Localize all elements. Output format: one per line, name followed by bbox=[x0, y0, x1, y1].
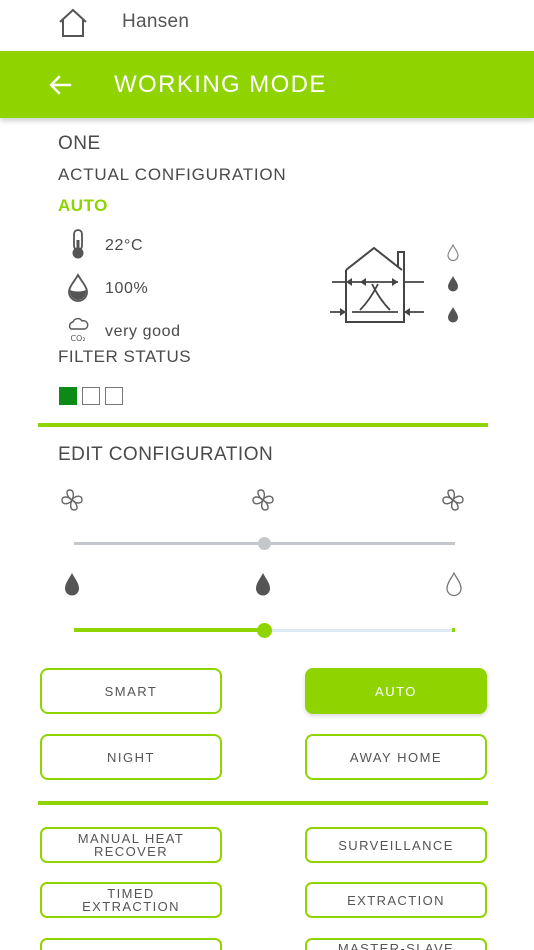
manual-heat-recover-button[interactable]: MANUAL HEAT RECOVER bbox=[40, 827, 222, 863]
filter-level-box bbox=[105, 387, 123, 405]
filter-level-box bbox=[82, 387, 100, 405]
actual-configuration-label: ACTUAL CONFIGURATION bbox=[58, 165, 287, 184]
timed-extraction-button[interactable]: TIMED EXTRACTION bbox=[40, 882, 222, 918]
away-home-mode-button[interactable]: AWAY HOME bbox=[305, 734, 487, 780]
section-divider bbox=[38, 801, 488, 805]
humidity-slider-thumb[interactable] bbox=[257, 623, 272, 638]
filter-status-label: FILTER STATUS bbox=[58, 347, 192, 366]
extraction-button[interactable]: EXTRACTION bbox=[305, 882, 487, 918]
unit-name: ONE bbox=[58, 133, 101, 154]
app-header: WORKING MODE bbox=[0, 51, 534, 118]
user-name: Hansen bbox=[122, 11, 190, 32]
home-icon[interactable] bbox=[57, 8, 89, 38]
page-title: WORKING MODE bbox=[114, 71, 327, 98]
current-mode-label: AUTO bbox=[58, 196, 108, 215]
humidity-value: 100% bbox=[105, 280, 149, 297]
humidity-medium-drop-icon bbox=[256, 573, 270, 596]
humidity-drop-icon bbox=[68, 273, 88, 302]
heat-recovery-diagram-icon bbox=[330, 246, 424, 323]
humidity-slider-fill bbox=[74, 628, 265, 632]
temperature-value: 22°C bbox=[105, 237, 144, 254]
master-slave-button[interactable]: MASTER-SLAVE bbox=[305, 938, 487, 950]
filter-level-box bbox=[59, 387, 77, 405]
auto-mode-button[interactable]: AUTO bbox=[305, 668, 487, 714]
air-quality-value: very good bbox=[105, 323, 181, 340]
fan-medium-icon bbox=[252, 489, 274, 511]
co2-label: CO₂ bbox=[70, 334, 85, 343]
surveillance-button[interactable]: SURVEILLANCE bbox=[305, 827, 487, 863]
humidity-high-drop-icon bbox=[65, 573, 79, 596]
edit-configuration-title: EDIT CONFIGURATION bbox=[58, 444, 274, 465]
back-arrow-icon[interactable] bbox=[48, 73, 72, 97]
fan-speed-slider-thumb[interactable] bbox=[258, 537, 271, 550]
function-button-partial[interactable] bbox=[40, 938, 222, 950]
fan-high-icon bbox=[442, 489, 464, 511]
night-mode-button[interactable]: NIGHT bbox=[40, 734, 222, 780]
humidity-low-drop-icon bbox=[446, 572, 462, 597]
section-divider bbox=[38, 423, 488, 427]
humidity-slider-end-dot bbox=[452, 628, 455, 632]
smart-mode-button[interactable]: SMART bbox=[40, 668, 222, 714]
top-bar: Hansen bbox=[0, 0, 534, 50]
filled-drop-icon bbox=[448, 307, 458, 323]
filled-drop-icon bbox=[448, 276, 458, 292]
fan-low-icon bbox=[61, 489, 83, 511]
outline-drop-icon bbox=[447, 244, 459, 262]
co2-cloud-icon: CO₂ bbox=[68, 317, 89, 343]
thermometer-icon bbox=[72, 229, 84, 259]
